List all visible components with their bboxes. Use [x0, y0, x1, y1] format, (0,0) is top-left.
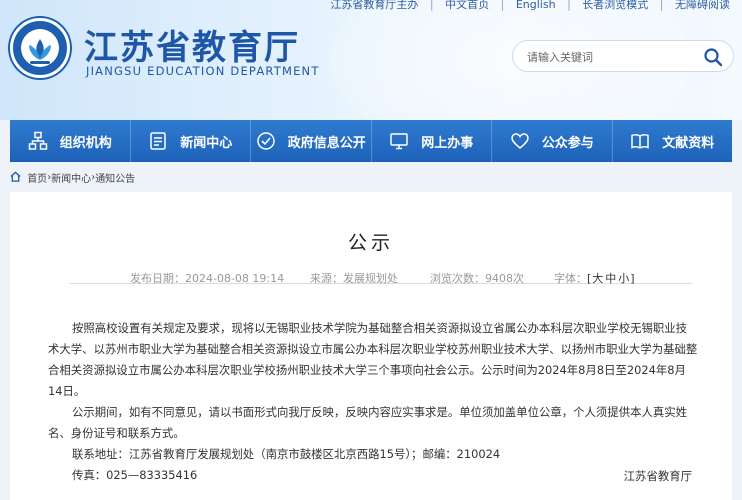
- site-logo[interactable]: [10, 18, 70, 78]
- site-title[interactable]: 江苏省教育厅: [84, 20, 300, 69]
- lotus-icon: [29, 39, 51, 64]
- site-header: 江苏省教育厅主办 | 中文首页 | English | 长者浏览模式 | 无障碍…: [0, 0, 742, 120]
- top-link-elder-mode[interactable]: 长者浏览模式: [582, 0, 648, 12]
- breadcrumb-home[interactable]: 首页: [27, 174, 47, 185]
- heart-icon: [510, 133, 529, 149]
- top-link-accessibility[interactable]: 无障碍阅读: [675, 0, 730, 12]
- nav-item-organization[interactable]: 组织机构: [10, 120, 131, 162]
- nav-label: 公众参与: [541, 135, 594, 151]
- contact-fax: 传真：025—83335416: [71, 468, 198, 482]
- info-disclosure-icon: [256, 132, 275, 150]
- font-size-medium[interactable]: 中: [605, 272, 616, 285]
- search-input[interactable]: [527, 47, 697, 67]
- font-size-switcher: 字体：[大中小]: [554, 272, 635, 285]
- publish-date: 发布日期：2024-08-08 19:14: [130, 272, 285, 285]
- nav-label: 文献资料: [662, 135, 715, 151]
- news-document-icon: [150, 132, 166, 150]
- breadcrumb-news-center[interactable]: 新闻中心: [51, 174, 91, 185]
- breadcrumb: 首页›新闻中心›通知公告: [10, 170, 135, 185]
- org-chart-icon: [28, 131, 47, 150]
- article-card: 公示 发布日期：2024-08-08 19:14 来源：发展规划处 浏览次数：9…: [10, 192, 732, 500]
- sponsor-text: 江苏省教育厅主办: [330, 0, 419, 11]
- top-separator: |: [500, 0, 505, 11]
- nav-label: 新闻中心: [180, 135, 233, 151]
- contact-address: 联系地址：江苏省教育厅发展规划处（南京市鼓楼区北京西路15号）；邮编：21002…: [71, 447, 501, 461]
- top-separator: |: [567, 0, 571, 11]
- nav-item-online-services[interactable]: 网上办事: [372, 120, 492, 162]
- search-icon[interactable]: [703, 47, 723, 67]
- search-box: [512, 40, 734, 72]
- nav-item-info-disclosure[interactable]: 政府信息公开: [251, 120, 372, 162]
- site-subtitle: JIANGSU EDUCATION DEPARTMENT: [86, 64, 320, 78]
- main-nav: 组织机构 新闻中心 政府信息公开 网上办事 公众参与 文献资料: [10, 120, 732, 162]
- nav-item-documents[interactable]: 文献资料: [613, 120, 733, 162]
- nav-label: 政府信息公开: [287, 135, 366, 151]
- top-link-chinese-home[interactable]: 中文首页: [445, 0, 489, 12]
- top-link-english[interactable]: English: [516, 0, 556, 11]
- view-count: 浏览次数：9408次: [430, 272, 524, 285]
- top-separator: |: [659, 0, 664, 11]
- home-icon: [10, 171, 21, 182]
- article-source: 来源：发展规划处: [310, 272, 398, 285]
- top-separator: |: [429, 0, 434, 11]
- article-title: 公示: [347, 232, 394, 254]
- nav-label: 组织机构: [59, 135, 112, 151]
- article-body: 按照高校设置有关规定及要求，现将以无锡职业技术学院为基础整合相关资源拟设立省属公…: [48, 318, 698, 486]
- monitor-icon: [390, 133, 408, 150]
- article-signature: 江苏省教育厅: [623, 469, 692, 483]
- book-icon: [631, 134, 649, 149]
- breadcrumb-notices[interactable]: 通知公告: [95, 174, 135, 185]
- font-size-small[interactable]: 小: [618, 272, 629, 285]
- article-paragraph: 公示期间，如有不同意见，请以书面形式向我厅反映，反映内容应实事求是。单位须加盖单…: [48, 405, 688, 440]
- top-links-bar: 江苏省教育厅主办 | 中文首页 | English | 长者浏览模式 | 无障碍…: [330, 0, 730, 12]
- font-size-large[interactable]: 大: [592, 272, 603, 285]
- article-paragraph: 按照高校设置有关规定及要求，现将以无锡职业技术学院为基础整合相关资源拟设立省属公…: [48, 321, 698, 398]
- nav-label: 网上办事: [421, 135, 474, 151]
- nav-item-news[interactable]: 新闻中心: [131, 120, 251, 162]
- article-meta: 发布日期：2024-08-08 19:14 来源：发展规划处 浏览次数：9408…: [70, 256, 692, 285]
- nav-item-public-participation[interactable]: 公众参与: [492, 120, 613, 162]
